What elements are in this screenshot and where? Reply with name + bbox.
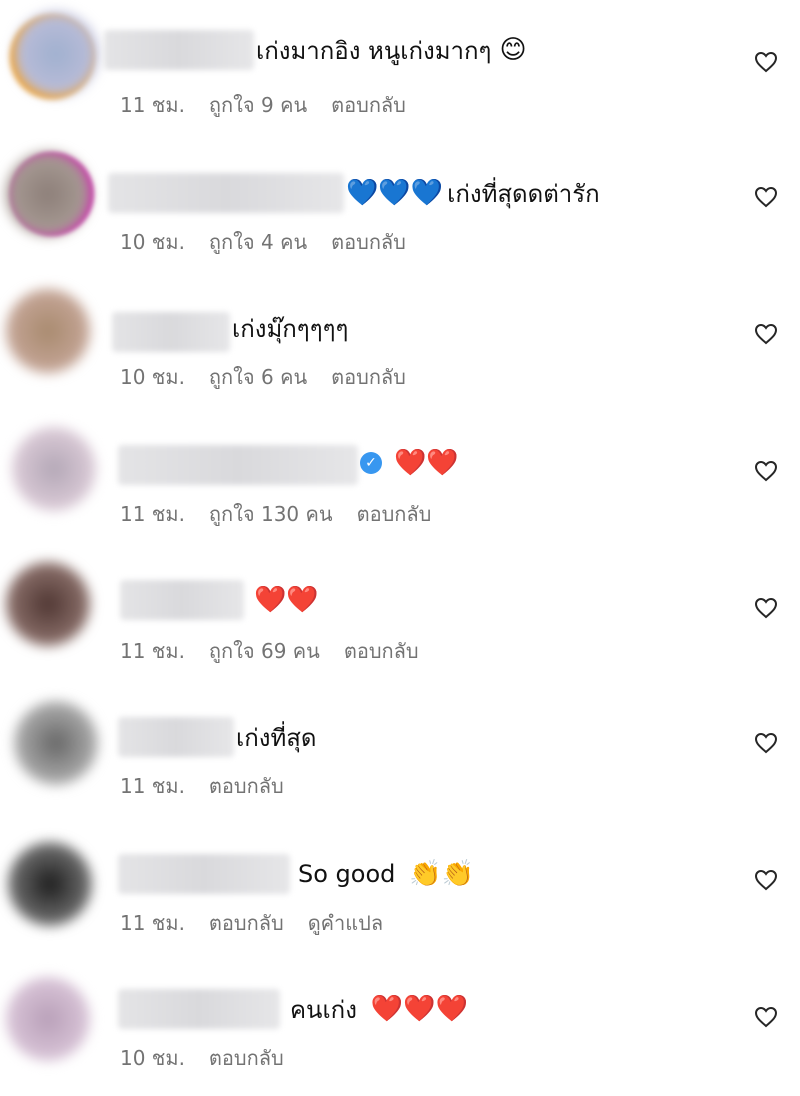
avatar[interactable] bbox=[14, 701, 98, 785]
reply-button[interactable]: ตอบกลับ bbox=[209, 1042, 284, 1074]
comment-meta: 11 ชม. ถูกใจ 69 คน ตอบกลับ bbox=[120, 636, 443, 666]
timestamp: 11 ชม. bbox=[120, 639, 185, 663]
comment-text-line: เก่งมุ๊กๆๆๆๆ bbox=[232, 308, 348, 348]
username[interactable] bbox=[118, 854, 290, 894]
comment-text: เก่งมุ๊กๆๆๆๆ bbox=[232, 314, 349, 343]
comment-item: So good 👏👏 11 ชม. ตอบกลับ ดูคำแปล bbox=[0, 822, 800, 942]
reply-button[interactable]: ตอบกลับ bbox=[209, 770, 284, 802]
comment-text-line: ✓ ❤️❤️ bbox=[360, 443, 459, 483]
heart-outline-icon bbox=[754, 460, 778, 482]
heart-outline-icon bbox=[754, 51, 778, 73]
reply-button[interactable]: ตอบกลับ bbox=[331, 361, 406, 393]
heart-outline-icon bbox=[754, 732, 778, 754]
comment-meta: 10 ชม. ตอบกลับ bbox=[120, 1043, 308, 1073]
comment-text: คนเก่ง bbox=[290, 995, 357, 1024]
avatar[interactable] bbox=[6, 289, 90, 373]
red-hearts-emoji: ❤️❤️ bbox=[394, 448, 459, 478]
comment-meta: 11 ชม. ตอบกลับ ดูคำแปล bbox=[120, 908, 407, 938]
heart-outline-icon bbox=[754, 323, 778, 345]
timestamp: 11 ชม. bbox=[120, 93, 185, 117]
timestamp: 11 ชม. bbox=[120, 774, 185, 798]
heart-outline-icon bbox=[754, 1006, 778, 1028]
like-button[interactable] bbox=[752, 48, 780, 76]
comment-meta: 10 ชม. ถูกใจ 6 คน ตอบกลับ bbox=[120, 362, 430, 392]
comment-text: เก่งมากอิง หนูเก่งมากๆ bbox=[256, 36, 492, 65]
timestamp: 10 ชม. bbox=[120, 1046, 185, 1070]
verified-badge-icon: ✓ bbox=[360, 452, 382, 474]
reply-button[interactable]: ตอบกลับ bbox=[209, 907, 284, 939]
username[interactable] bbox=[112, 312, 230, 352]
username[interactable] bbox=[118, 717, 234, 757]
avatar[interactable] bbox=[6, 562, 90, 646]
red-hearts-emoji: ❤️❤️❤️ bbox=[370, 994, 469, 1024]
like-button[interactable] bbox=[752, 594, 780, 622]
smile-emoji: 😊 bbox=[499, 35, 527, 65]
avatar[interactable] bbox=[14, 12, 98, 96]
likes-count[interactable]: ถูกใจ 4 คน bbox=[209, 226, 307, 258]
avatar[interactable] bbox=[6, 977, 90, 1061]
see-translation-button[interactable]: ดูคำแปล bbox=[308, 907, 383, 939]
like-button[interactable] bbox=[752, 866, 780, 894]
comment-item: 💙💙💙 เก่งที่สุดดต่ารัก 10 ชม. ถูกใจ 4 คน … bbox=[0, 137, 800, 257]
username[interactable] bbox=[104, 30, 254, 70]
likes-count[interactable]: ถูกใจ 130 คน bbox=[209, 498, 333, 530]
heart-outline-icon bbox=[754, 186, 778, 208]
heart-outline-icon bbox=[754, 869, 778, 891]
comment-text-line: เก่งที่สุด bbox=[236, 717, 317, 757]
comment-text: So good bbox=[298, 860, 396, 888]
clapping-emoji: 👏👏 bbox=[409, 859, 475, 889]
timestamp: 11 ชม. bbox=[120, 911, 185, 935]
timestamp: 11 ชม. bbox=[120, 502, 185, 526]
comment-item: ❤️❤️ 11 ชม. ถูกใจ 69 คน ตอบกลับ bbox=[0, 548, 800, 668]
likes-count[interactable]: ถูกใจ 69 คน bbox=[209, 635, 320, 667]
blue-hearts-emoji: 💙💙💙 bbox=[346, 178, 444, 208]
timestamp: 10 ชม. bbox=[120, 230, 185, 254]
comment-meta: 10 ชม. ถูกใจ 4 คน ตอบกลับ bbox=[120, 227, 430, 257]
comment-text-line: คนเก่ง ❤️❤️❤️ bbox=[290, 989, 468, 1029]
reply-button[interactable]: ตอบกลับ bbox=[331, 226, 406, 258]
comment-item: ✓ ❤️❤️ 11 ชม. ถูกใจ 130 คน ตอบกลับ bbox=[0, 411, 800, 531]
reply-button[interactable]: ตอบกลับ bbox=[344, 635, 419, 667]
avatar[interactable] bbox=[12, 427, 96, 511]
likes-count[interactable]: ถูกใจ 9 คน bbox=[209, 89, 307, 121]
comment-text-line: เก่งมากอิง หนูเก่งมากๆ 😊 bbox=[256, 30, 527, 70]
comment-item: เก่งที่สุด 11 ชม. ตอบกลับ bbox=[0, 685, 800, 805]
comment-text: เก่งที่สุด bbox=[236, 723, 317, 752]
heart-outline-icon bbox=[754, 597, 778, 619]
likes-count[interactable]: ถูกใจ 6 คน bbox=[209, 361, 307, 393]
comment-meta: 11 ชม. ถูกใจ 9 คน ตอบกลับ bbox=[120, 90, 430, 120]
comment-text-line: So good 👏👏 bbox=[298, 854, 474, 894]
avatar[interactable] bbox=[8, 842, 92, 926]
username[interactable] bbox=[118, 989, 280, 1029]
like-button[interactable] bbox=[752, 183, 780, 211]
like-button[interactable] bbox=[752, 729, 780, 757]
comment-text-line: ❤️❤️ bbox=[254, 580, 319, 620]
reply-button[interactable]: ตอบกลับ bbox=[331, 89, 406, 121]
username[interactable] bbox=[120, 580, 244, 620]
like-button[interactable] bbox=[752, 1003, 780, 1031]
timestamp: 10 ชม. bbox=[120, 365, 185, 389]
comment-meta: 11 ชม. ตอบกลับ bbox=[120, 771, 308, 801]
username[interactable] bbox=[118, 445, 358, 485]
comment-item: เก่งมากอิง หนูเก่งมากๆ 😊 11 ชม. ถูกใจ 9 … bbox=[0, 0, 800, 120]
red-hearts-emoji: ❤️❤️ bbox=[254, 585, 319, 615]
like-button[interactable] bbox=[752, 457, 780, 485]
comment-item: คนเก่ง ❤️❤️❤️ 10 ชม. ตอบกลับ bbox=[0, 959, 800, 1079]
avatar[interactable] bbox=[6, 152, 90, 236]
username[interactable] bbox=[108, 173, 344, 213]
like-button[interactable] bbox=[752, 320, 780, 348]
comment-meta: 11 ชม. ถูกใจ 130 คน ตอบกลับ bbox=[120, 499, 455, 529]
comment-text-line: 💙💙💙 เก่งที่สุดดต่ารัก bbox=[346, 173, 600, 213]
comment-text: เก่งที่สุดดต่ารัก bbox=[447, 179, 600, 208]
comment-item: เก่งมุ๊กๆๆๆๆ 10 ชม. ถูกใจ 6 คน ตอบกลับ bbox=[0, 274, 800, 394]
reply-button[interactable]: ตอบกลับ bbox=[357, 498, 432, 530]
